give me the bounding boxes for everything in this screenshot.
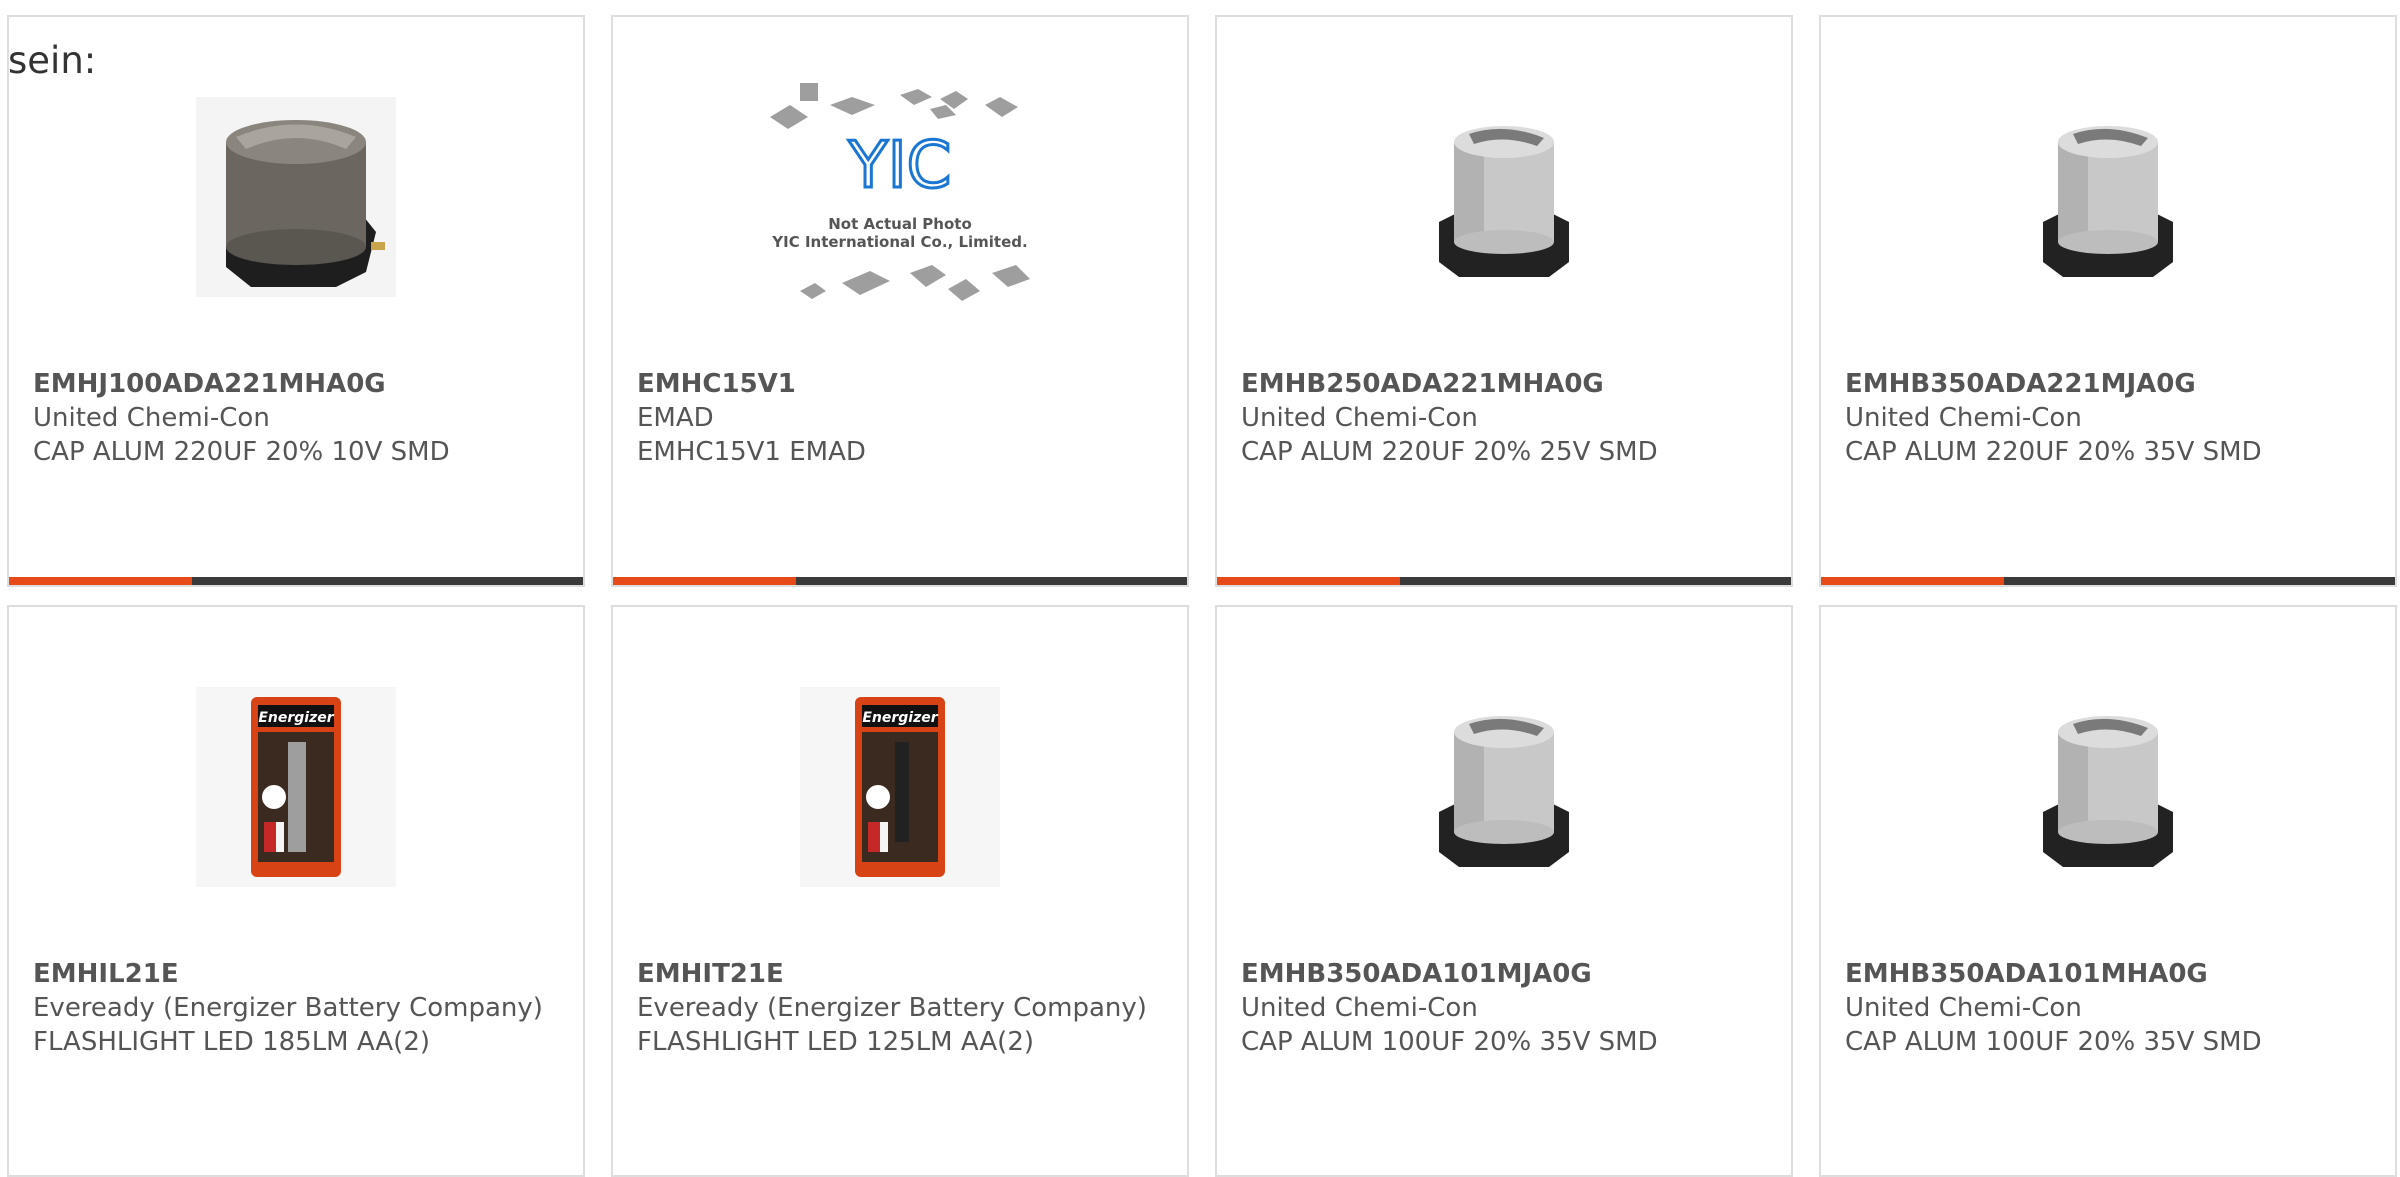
capacitor-image bbox=[1439, 126, 1569, 277]
description: CAP ALUM 100UF 20% 35V SMD bbox=[1241, 1027, 1658, 1057]
capacitor-image bbox=[1439, 716, 1569, 867]
energizer-brand: Energizer bbox=[258, 710, 334, 726]
product-image[interactable]: Energizer bbox=[613, 667, 1187, 907]
product-card[interactable]: Energizer EMHIL21E Eveready (Energizer B… bbox=[7, 605, 585, 1177]
manufacturer: United Chemi-Con bbox=[1241, 993, 1478, 1023]
product-image[interactable]: YIC Not Actual Photo YIC International C… bbox=[613, 77, 1187, 317]
part-number[interactable]: EMHB350ADA221MJA0G bbox=[1845, 367, 2371, 401]
flashlight-package-image: Energizer bbox=[196, 687, 396, 887]
card-bar-accent bbox=[1217, 577, 1400, 585]
manufacturer: Eveready (Energizer Battery Company) bbox=[33, 993, 543, 1023]
svg-text:Not Actual Photo: Not Actual Photo bbox=[828, 215, 972, 233]
product-card[interactable]: EMHB350ADA221MJA0G United Chemi-Con CAP … bbox=[1819, 15, 2397, 587]
manufacturer: Eveready (Energizer Battery Company) bbox=[637, 993, 1147, 1023]
manufacturer: United Chemi-Con bbox=[1845, 403, 2082, 433]
product-card[interactable]: EMHB350ADA101MHA0G United Chemi-Con CAP … bbox=[1819, 605, 2397, 1177]
product-grid: EMHJ100ADA221MHA0G United Chemi-Con CAP … bbox=[0, 0, 2400, 1177]
product-image[interactable] bbox=[1217, 77, 1791, 317]
not-actual-photo-image: YIC Not Actual Photo YIC International C… bbox=[770, 83, 1030, 301]
part-number[interactable]: EMHB350ADA101MJA0G bbox=[1241, 957, 1767, 991]
manufacturer: United Chemi-Con bbox=[1845, 993, 2082, 1023]
part-number[interactable]: EMHB250ADA221MHA0G bbox=[1241, 367, 1767, 401]
part-number[interactable]: EMHB350ADA101MHA0G bbox=[1845, 957, 2371, 991]
yic-logo: YIC bbox=[848, 129, 952, 203]
part-number[interactable]: EMHJ100ADA221MHA0G bbox=[33, 367, 559, 401]
card-bar-accent bbox=[9, 577, 192, 585]
part-number[interactable]: EMHIL21E bbox=[33, 957, 559, 991]
description: EMHC15V1 EMAD bbox=[637, 437, 866, 467]
capacitor-image bbox=[196, 97, 396, 297]
section-heading: sein: bbox=[8, 39, 97, 82]
card-bar bbox=[1217, 577, 1791, 585]
manufacturer: United Chemi-Con bbox=[1241, 403, 1478, 433]
capacitor-image bbox=[2043, 716, 2173, 867]
product-image[interactable]: Energizer bbox=[9, 667, 583, 907]
description: CAP ALUM 220UF 20% 35V SMD bbox=[1845, 437, 2262, 467]
card-bar-accent bbox=[613, 577, 796, 585]
manufacturer: EMAD bbox=[637, 403, 714, 433]
part-number[interactable]: EMHIT21E bbox=[637, 957, 1163, 991]
part-number[interactable]: EMHC15V1 bbox=[637, 367, 1163, 401]
product-image[interactable] bbox=[1217, 667, 1791, 907]
description: CAP ALUM 100UF 20% 35V SMD bbox=[1845, 1027, 2262, 1057]
product-card[interactable]: EMHB250ADA221MHA0G United Chemi-Con CAP … bbox=[1215, 15, 1793, 587]
product-card[interactable]: EMHB350ADA101MJA0G United Chemi-Con CAP … bbox=[1215, 605, 1793, 1177]
description: CAP ALUM 220UF 20% 10V SMD bbox=[33, 437, 450, 467]
card-bar-accent bbox=[1821, 577, 2004, 585]
description: FLASHLIGHT LED 125LM AA(2) bbox=[637, 1027, 1035, 1057]
card-bar bbox=[1821, 577, 2395, 585]
description: FLASHLIGHT LED 185LM AA(2) bbox=[33, 1027, 431, 1057]
product-card[interactable]: YIC Not Actual Photo YIC International C… bbox=[611, 15, 1189, 587]
card-bar bbox=[9, 577, 583, 585]
description: CAP ALUM 220UF 20% 25V SMD bbox=[1241, 437, 1658, 467]
product-card[interactable]: EMHJ100ADA221MHA0G United Chemi-Con CAP … bbox=[7, 15, 585, 587]
product-image[interactable] bbox=[9, 77, 583, 317]
manufacturer: United Chemi-Con bbox=[33, 403, 270, 433]
product-image[interactable] bbox=[1821, 77, 2395, 317]
energizer-brand: Energizer bbox=[862, 710, 938, 726]
product-card[interactable]: Energizer EMHIT21E Eveready (Energizer B… bbox=[611, 605, 1189, 1177]
product-image[interactable] bbox=[1821, 667, 2395, 907]
card-bar bbox=[613, 577, 1187, 585]
capacitor-image bbox=[2043, 126, 2173, 277]
svg-text:YIC International Co., Limited: YIC International Co., Limited. bbox=[771, 233, 1027, 251]
flashlight-package-image: Energizer bbox=[800, 687, 1000, 887]
